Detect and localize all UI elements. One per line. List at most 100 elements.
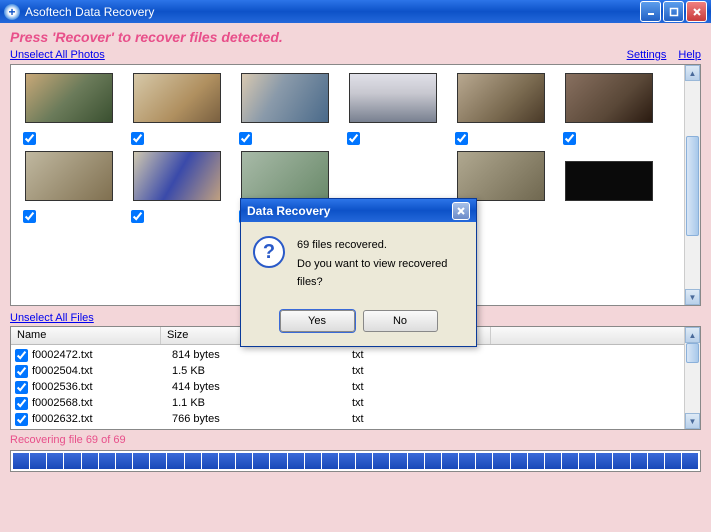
no-button[interactable]: No <box>363 310 438 332</box>
table-row[interactable]: f0002536.txt414 bytestxt <box>11 379 700 395</box>
progress-segment <box>236 453 252 469</box>
progress-segment <box>133 453 149 469</box>
table-row[interactable]: f0002504.txt1.5 KBtxt <box>11 363 700 379</box>
top-links: Unselect All Photos Settings Help <box>10 49 701 61</box>
thumbnail <box>25 151 113 201</box>
photo-item[interactable] <box>559 151 659 225</box>
question-icon: ? <box>253 236 285 268</box>
file-scrollbar[interactable]: ▲ ▼ <box>684 327 700 429</box>
unselect-photos-link[interactable]: Unselect All Photos <box>10 49 105 61</box>
progress-segment <box>288 453 304 469</box>
dialog-close-button[interactable] <box>452 202 470 220</box>
progress-segment <box>545 453 561 469</box>
progress-segment <box>356 453 372 469</box>
photo-checkbox[interactable] <box>23 210 36 223</box>
progress-segment <box>13 453 29 469</box>
progress-segment <box>30 453 46 469</box>
yes-button[interactable]: Yes <box>280 310 355 332</box>
file-checkbox[interactable] <box>15 349 28 362</box>
file-ext: txt <box>352 381 502 393</box>
thumbnail <box>241 151 329 201</box>
progress-segment <box>442 453 458 469</box>
col-name[interactable]: Name <box>11 327 161 344</box>
dialog-title: Data Recovery <box>247 204 330 218</box>
status-text: Recovering file 69 of 69 <box>10 434 701 446</box>
settings-link[interactable]: Settings <box>627 49 667 61</box>
file-ext: txt <box>352 413 502 425</box>
photo-checkbox[interactable] <box>563 132 576 145</box>
progress-segment <box>476 453 492 469</box>
scroll-down-icon[interactable]: ▼ <box>685 413 700 429</box>
file-size: 1.5 KB <box>172 365 352 377</box>
file-size: 766 bytes <box>172 413 352 425</box>
scroll-up-icon[interactable]: ▲ <box>685 327 700 343</box>
progress-segment <box>631 453 647 469</box>
progress-segment <box>270 453 286 469</box>
file-size: 414 bytes <box>172 381 352 393</box>
photo-checkbox[interactable] <box>131 132 144 145</box>
table-row[interactable]: f0002568.txt1.1 KBtxt <box>11 395 700 411</box>
table-row[interactable]: f0002472.txt814 bytestxt <box>11 347 700 363</box>
scroll-down-icon[interactable]: ▼ <box>685 289 700 305</box>
scroll-thumb[interactable] <box>686 343 699 363</box>
photo-checkbox[interactable] <box>131 210 144 223</box>
progress-segment <box>493 453 509 469</box>
progress-segment <box>562 453 578 469</box>
photo-checkbox[interactable] <box>23 132 36 145</box>
progress-segment <box>150 453 166 469</box>
photo-item[interactable] <box>451 73 551 147</box>
table-row[interactable]: f0002632.txt766 bytestxt <box>11 411 700 427</box>
file-size: 814 bytes <box>172 349 352 361</box>
photo-item[interactable] <box>235 73 335 147</box>
photo-item[interactable] <box>127 73 227 147</box>
progress-segment <box>219 453 235 469</box>
photo-scrollbar[interactable]: ▲ ▼ <box>684 65 700 305</box>
minimize-button[interactable] <box>640 1 661 22</box>
file-ext: txt <box>352 397 502 409</box>
col-spacer <box>491 327 700 344</box>
thumbnail <box>565 73 653 123</box>
photo-checkbox[interactable] <box>239 132 252 145</box>
thumbnail <box>457 73 545 123</box>
progress-segment <box>425 453 441 469</box>
recovery-dialog: Data Recovery ? 69 files recovered. Do y… <box>240 198 477 347</box>
progress-segment <box>648 453 664 469</box>
close-button[interactable] <box>686 1 707 22</box>
progress-segment <box>682 453 698 469</box>
scroll-thumb[interactable] <box>686 136 699 236</box>
progress-segment <box>665 453 681 469</box>
photo-item[interactable] <box>19 73 119 147</box>
photo-item[interactable] <box>343 73 443 147</box>
progress-segment <box>528 453 544 469</box>
file-checkbox[interactable] <box>15 381 28 394</box>
photo-item[interactable] <box>19 151 119 225</box>
file-name: f0002472.txt <box>32 349 172 361</box>
progress-segment <box>322 453 338 469</box>
file-checkbox[interactable] <box>15 397 28 410</box>
progress-segment <box>116 453 132 469</box>
file-name: f0002536.txt <box>32 381 172 393</box>
progress-segment <box>202 453 218 469</box>
photo-checkbox[interactable] <box>455 132 468 145</box>
dialog-titlebar: Data Recovery <box>241 199 476 222</box>
file-checkbox[interactable] <box>15 413 28 426</box>
photo-item[interactable] <box>127 151 227 225</box>
instruction-text: Press 'Recover' to recover files detecte… <box>10 29 701 45</box>
file-size: 1.1 KB <box>172 397 352 409</box>
progress-segment <box>167 453 183 469</box>
file-ext: txt <box>352 349 502 361</box>
dialog-line2: Do you want to view recovered files? <box>297 255 464 292</box>
maximize-button[interactable] <box>663 1 684 22</box>
photo-checkbox[interactable] <box>347 132 360 145</box>
progress-segment <box>305 453 321 469</box>
progress-segment <box>511 453 527 469</box>
file-checkbox[interactable] <box>15 365 28 378</box>
unselect-files-link[interactable]: Unselect All Files <box>10 312 94 324</box>
photo-item[interactable] <box>559 73 659 147</box>
thumbnail <box>25 73 113 123</box>
scroll-up-icon[interactable]: ▲ <box>685 65 700 81</box>
help-link[interactable]: Help <box>678 49 701 61</box>
progress-segment <box>373 453 389 469</box>
progress-segment <box>253 453 269 469</box>
thumbnail <box>565 161 653 201</box>
